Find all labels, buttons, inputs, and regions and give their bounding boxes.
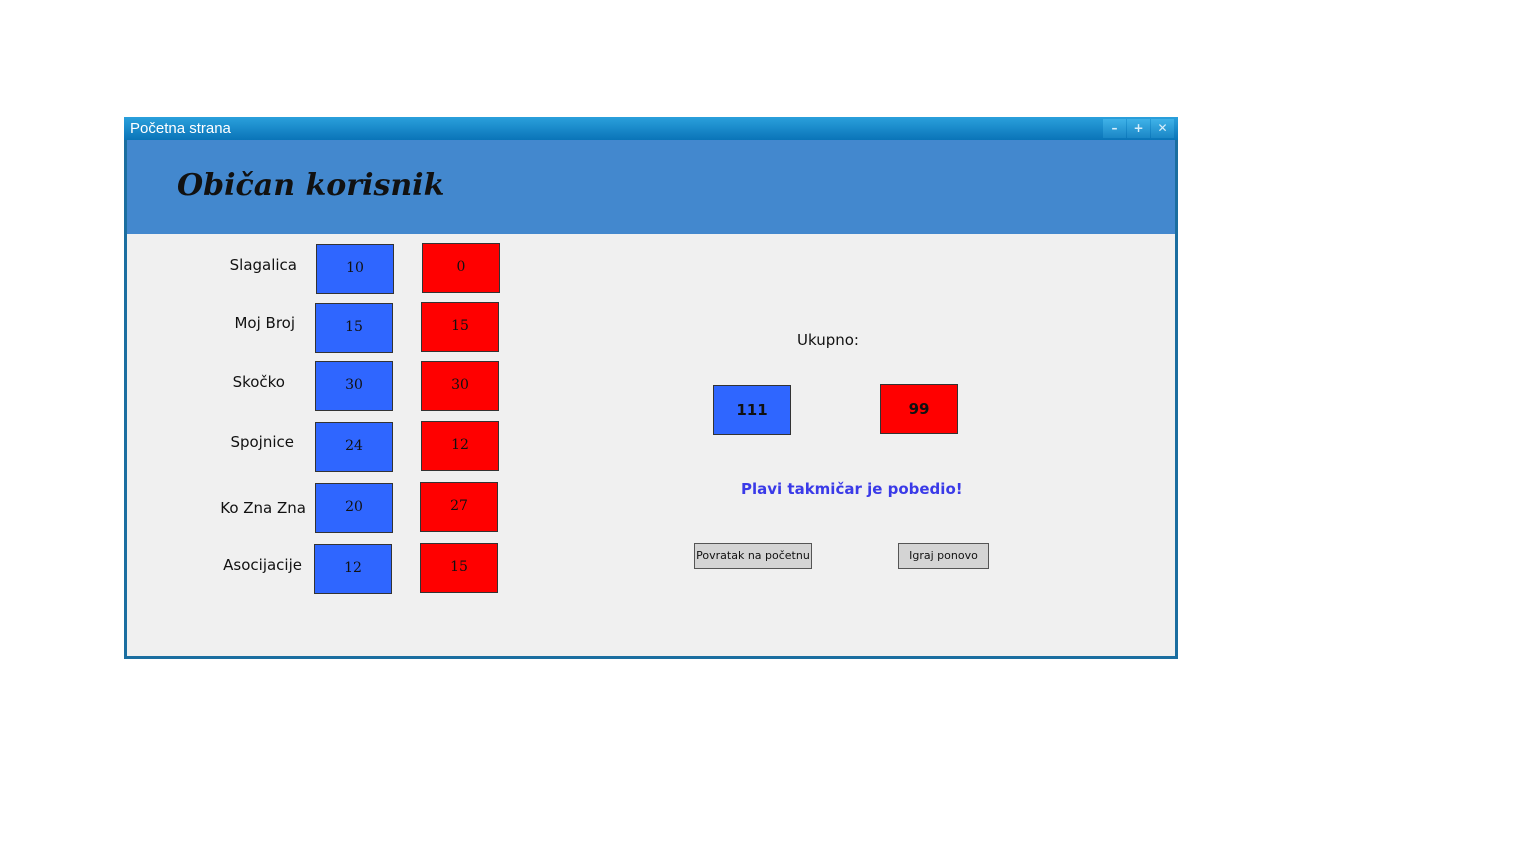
- blue-score-ko-zna-zna: 20: [315, 483, 393, 533]
- red-total-score: 99: [880, 384, 958, 434]
- red-score-skocko: 30: [421, 361, 499, 411]
- round-label-skocko: Skočko: [232, 373, 285, 391]
- red-score-slagalica: 0: [422, 243, 500, 293]
- round-label-moj-broj: Moj Broj: [234, 314, 295, 332]
- blue-score-slagalica: 10: [316, 244, 394, 294]
- window-controls: – + ✕: [1103, 119, 1174, 138]
- round-label-slagalica: Slagalica: [229, 256, 297, 274]
- app-window: Početna strana – + ✕ Običan korisnik Sla…: [124, 117, 1178, 659]
- window-title: Početna strana: [130, 120, 231, 137]
- header-band: Običan korisnik: [127, 140, 1175, 234]
- round-label-asocijacije: Asocijacije: [223, 556, 302, 574]
- maximize-button[interactable]: +: [1127, 119, 1150, 138]
- blue-score-moj-broj: 15: [315, 303, 393, 353]
- round-label-spojnice: Spojnice: [230, 433, 294, 451]
- total-label: Ukupno:: [797, 331, 859, 349]
- title-bar[interactable]: Početna strana – + ✕: [124, 117, 1178, 140]
- back-to-home-button[interactable]: Povratak na početnu: [694, 543, 812, 569]
- red-score-moj-broj: 15: [421, 302, 499, 352]
- close-button[interactable]: ✕: [1151, 119, 1174, 138]
- winner-message: Plavi takmičar je pobedio!: [741, 480, 963, 498]
- results-panel: Slagalica 10 0 Moj Broj 15 15 Skočko 30 …: [127, 234, 1175, 656]
- user-type-title: Običan korisnik: [177, 168, 445, 203]
- blue-score-asocijacije: 12: [314, 544, 392, 594]
- red-score-ko-zna-zna: 27: [420, 482, 498, 532]
- blue-score-spojnice: 24: [315, 422, 393, 472]
- red-score-asocijacije: 15: [420, 543, 498, 593]
- blue-total-score: 111: [713, 385, 791, 435]
- round-label-ko-zna-zna: Ko Zna Zna: [220, 499, 306, 517]
- play-again-button[interactable]: Igraj ponovo: [898, 543, 989, 569]
- red-score-spojnice: 12: [421, 421, 499, 471]
- minimize-button[interactable]: –: [1103, 119, 1126, 138]
- blue-score-skocko: 30: [315, 361, 393, 411]
